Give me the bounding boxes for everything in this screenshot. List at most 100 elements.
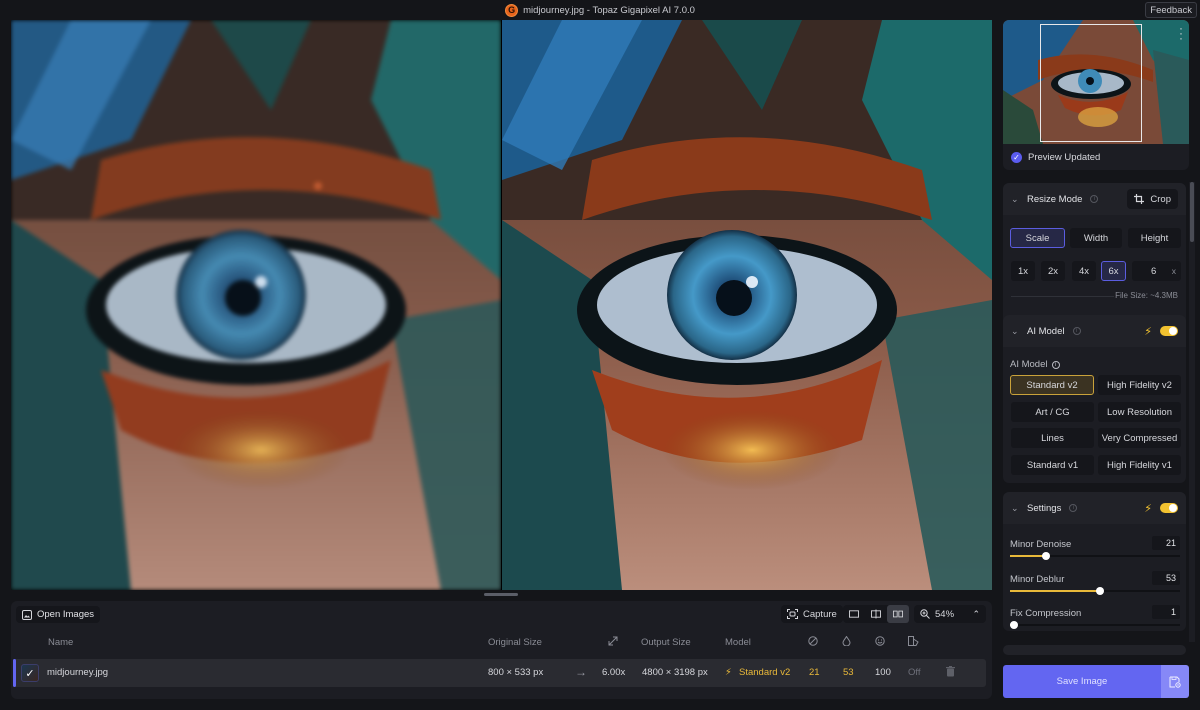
chevron-down-icon[interactable]: ⌄ — [1011, 326, 1019, 337]
queue-row[interactable]: ✓ midjourney.jpg 800 × 533 px → 6.00x 48… — [13, 659, 986, 687]
kebab-icon[interactable]: · · · — [1179, 22, 1183, 44]
minor-deblur-slider[interactable]: Minor Deblur 53 — [1010, 571, 1180, 604]
info-icon[interactable]: i — [1069, 504, 1078, 512]
preview-status-text: Preview Updated — [1028, 152, 1101, 163]
ai-model-header[interactable]: ⌄ AI Model i ⚡︎ — [1003, 315, 1186, 347]
model-standard-v2[interactable]: Standard v2 — [1010, 375, 1094, 395]
denoise-column-icon — [808, 636, 818, 649]
single-view-icon — [849, 610, 859, 618]
sidebar-scrollbar[interactable] — [1189, 182, 1195, 642]
zoom-level-button[interactable]: 54% — [914, 605, 960, 623]
slider-value-input[interactable]: 1 — [1152, 605, 1180, 619]
row-scale: 6.00x — [602, 667, 626, 678]
save-controls: Save Image — [1003, 665, 1189, 698]
chevron-up-icon[interactable]: ⌃ — [972, 609, 980, 620]
capture-icon — [787, 609, 798, 619]
row-compression: Off — [908, 667, 921, 678]
ai-model-title: AI Model — [1027, 325, 1065, 337]
column-name[interactable]: Name — [48, 637, 73, 648]
column-model[interactable]: Model — [725, 637, 751, 648]
slider-label: Fix Compression — [1010, 608, 1082, 619]
original-image-pane[interactable] — [11, 20, 501, 590]
slider-knob[interactable] — [1010, 621, 1019, 629]
info-icon[interactable]: i — [1072, 327, 1081, 335]
window-title: G midjourney.jpg - Topaz Gigapixel AI 7.… — [505, 3, 695, 17]
slider-knob[interactable] — [1096, 587, 1105, 595]
custom-scale-suffix: x — [1171, 266, 1176, 276]
model-lines[interactable]: Lines — [1011, 428, 1094, 448]
mode-scale-button[interactable]: Scale — [1010, 228, 1065, 248]
slider-value-input[interactable]: 53 — [1152, 571, 1180, 585]
model-low-resolution[interactable]: Low Resolution — [1098, 402, 1181, 422]
row-deblur: 53 — [843, 667, 854, 678]
minor-denoise-slider[interactable]: Minor Denoise 21 — [1010, 536, 1180, 569]
navigator-viewport[interactable] — [1040, 24, 1142, 142]
info-icon[interactable]: i — [1051, 360, 1060, 369]
row-model: Standard v2 — [739, 667, 791, 678]
row-selected-indicator — [13, 659, 16, 687]
row-output-size: 4800 × 3198 px — [642, 667, 708, 678]
slider-track[interactable] — [1010, 621, 1180, 629]
window-title-text: midjourney.jpg - Topaz Gigapixel AI 7.0.… — [523, 4, 695, 16]
resize-mode-header[interactable]: ⌄ Resize Mode i Crop — [1003, 183, 1186, 215]
scale-6x-button[interactable]: 6x — [1101, 261, 1126, 281]
check-circle-icon: ✓ — [1011, 152, 1022, 163]
row-original-size: 800 × 533 px — [488, 667, 544, 678]
file-size-estimate: File Size: ~4.3MB — [1115, 291, 1178, 300]
enhanced-image — [502, 20, 992, 590]
chevron-down-icon[interactable]: ⌄ — [1011, 503, 1019, 514]
capture-action[interactable]: Capture — [781, 605, 843, 623]
resize-mode-title: Resize Mode — [1027, 193, 1083, 205]
enhanced-image-pane[interactable] — [502, 20, 992, 590]
viewer-resize-handle[interactable] — [484, 593, 518, 596]
open-images-button[interactable]: Open Images — [16, 606, 101, 623]
mode-width-button[interactable]: Width — [1070, 228, 1122, 248]
side-by-side-view-button[interactable] — [887, 605, 909, 623]
column-original-size[interactable]: Original Size — [488, 637, 542, 648]
feedback-button[interactable]: Feedback — [1145, 2, 1197, 18]
split-view-button[interactable] — [865, 605, 887, 623]
zoom-control[interactable]: 54% ⌃ — [914, 605, 986, 623]
settings-header[interactable]: ⌄ Settings i ⚡︎ — [1003, 492, 1186, 524]
fix-compression-slider[interactable]: Fix Compression 1 — [1010, 605, 1180, 631]
bolt-icon: ⚡︎ — [1144, 502, 1152, 515]
single-view-button[interactable] — [843, 605, 865, 623]
image-queue-panel: Open Images Capture 54% ⌃ Name Original … — [11, 601, 992, 699]
info-icon[interactable]: i — [1090, 195, 1099, 203]
slider-track[interactable] — [1010, 552, 1180, 560]
model-high-fidelity-v1[interactable]: High Fidelity v1 — [1098, 455, 1181, 475]
slider-value-input[interactable]: 21 — [1152, 536, 1180, 550]
scale-1x-button[interactable]: 1x — [1011, 261, 1035, 281]
row-checkbox[interactable]: ✓ — [21, 664, 39, 682]
model-very-compressed[interactable]: Very Compressed — [1098, 428, 1181, 448]
scale-4x-button[interactable]: 4x — [1072, 261, 1096, 281]
bolt-icon: ⚡︎ — [1144, 325, 1152, 338]
trash-icon[interactable] — [946, 666, 955, 680]
image-viewer[interactable] — [11, 20, 992, 590]
capture-button[interactable]: Capture — [781, 605, 843, 623]
side-by-side-icon — [893, 610, 903, 618]
column-output-size[interactable]: Output Size — [641, 637, 691, 648]
settings-toggle[interactable] — [1160, 503, 1178, 513]
slider-knob[interactable] — [1041, 552, 1050, 560]
chevron-down-icon[interactable]: ⌄ — [1011, 194, 1019, 205]
model-high-fidelity-v2[interactable]: High Fidelity v2 — [1098, 375, 1181, 395]
custom-scale-input[interactable]: 6 x — [1132, 261, 1181, 281]
capture-label: Capture — [803, 608, 837, 620]
collapsed-section[interactable] — [1003, 645, 1186, 655]
scale-2x-button[interactable]: 2x — [1041, 261, 1065, 281]
compression-column-icon — [908, 636, 919, 649]
save-options-button[interactable] — [1161, 665, 1189, 698]
sidebar-scrollbar-thumb[interactable] — [1190, 182, 1194, 242]
save-image-button[interactable]: Save Image — [1003, 665, 1161, 698]
model-standard-v1[interactable]: Standard v1 — [1011, 455, 1094, 475]
scale-column-icon — [608, 636, 618, 649]
mode-height-button[interactable]: Height — [1128, 228, 1181, 248]
split-view-icon — [871, 609, 881, 619]
model-art-cg[interactable]: Art / CG — [1011, 402, 1094, 422]
slider-label: Minor Deblur — [1010, 574, 1065, 585]
bolt-icon: ⚡︎ — [725, 667, 732, 678]
ai-model-toggle[interactable] — [1160, 326, 1178, 336]
slider-track[interactable] — [1010, 587, 1180, 595]
crop-button[interactable]: Crop — [1127, 189, 1178, 209]
